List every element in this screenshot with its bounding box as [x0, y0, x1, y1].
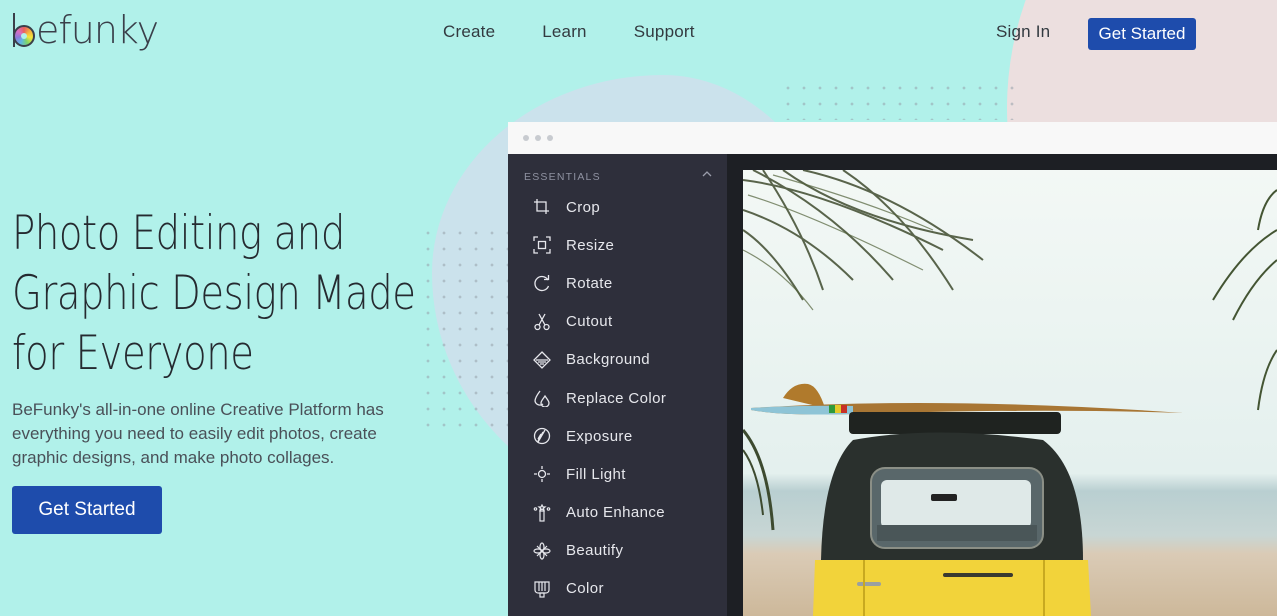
- tool-replace-color[interactable]: Replace Color: [508, 379, 727, 417]
- window-dot-icon: [523, 135, 529, 141]
- tool-rotate[interactable]: Rotate: [508, 264, 727, 302]
- nav-support[interactable]: Support: [634, 22, 695, 42]
- tool-beautify[interactable]: Beautify: [508, 532, 727, 570]
- exposure-icon: [533, 428, 551, 445]
- nav-create[interactable]: Create: [443, 22, 495, 42]
- tool-label: Auto Enhance: [566, 504, 666, 522]
- hero-title-line: Graphic Design Made: [12, 266, 416, 321]
- tools-sidebar: ESSENTIALS Crop Resize Rotate Cutout Bac…: [508, 154, 727, 616]
- sign-in-link[interactable]: Sign In: [996, 22, 1050, 42]
- tool-color[interactable]: Color: [508, 570, 727, 608]
- tool-fill-light[interactable]: Fill Light: [508, 455, 727, 493]
- tool-auto-enhance[interactable]: Auto Enhance: [508, 494, 727, 532]
- magic-wand-icon: [533, 503, 551, 522]
- hero-get-started-button[interactable]: Get Started: [12, 486, 162, 534]
- tool-label: Crop: [566, 198, 601, 216]
- tool-label: Replace Color: [566, 389, 667, 407]
- scissors-icon: [534, 313, 550, 330]
- window-dot-icon: [547, 135, 553, 141]
- resize-icon: [533, 236, 551, 254]
- hero-title-line: for Everyone: [12, 326, 254, 381]
- crop-icon: [534, 199, 549, 215]
- nav-learn[interactable]: Learn: [542, 22, 586, 42]
- dot-pattern: [420, 225, 510, 435]
- tool-resize[interactable]: Resize: [508, 226, 727, 264]
- rotate-icon: [534, 275, 550, 292]
- dot-pattern: [780, 80, 1020, 120]
- logo-text: efunky: [36, 8, 159, 52]
- section-header: ESSENTIALS: [524, 171, 601, 183]
- app-mockup: ESSENTIALS Crop Resize Rotate Cutout Bac…: [508, 122, 1277, 616]
- tool-cutout[interactable]: Cutout: [508, 303, 727, 341]
- color-palette-icon: [534, 581, 550, 598]
- background-icon: [533, 350, 551, 369]
- hero-title: Photo Editing and Graphic Design Made fo…: [12, 204, 422, 384]
- tool-label: Cutout: [566, 313, 613, 331]
- main-nav: Create Learn Support: [443, 22, 695, 42]
- tool-label: Rotate: [566, 274, 613, 292]
- beach-van-photo: [743, 170, 1277, 616]
- chevron-up-icon[interactable]: [702, 169, 712, 179]
- tool-label: Resize: [566, 236, 615, 254]
- logo-wheel-icon: [12, 13, 40, 47]
- photo-canvas[interactable]: [743, 170, 1277, 616]
- befunky-logo[interactable]: efunky: [12, 8, 159, 52]
- droplets-icon: [534, 390, 550, 408]
- header-get-started-button[interactable]: Get Started: [1088, 18, 1196, 50]
- fill-light-icon: [534, 466, 550, 483]
- tool-label: Beautify: [566, 542, 624, 560]
- tool-label: Color: [566, 580, 604, 598]
- window-dot-icon: [535, 135, 541, 141]
- tool-label: Exposure: [566, 427, 633, 445]
- tool-background[interactable]: Background: [508, 341, 727, 379]
- tool-crop[interactable]: Crop: [508, 188, 727, 226]
- editor-body: ESSENTIALS Crop Resize Rotate Cutout Bac…: [508, 154, 1277, 616]
- tool-label: Fill Light: [566, 465, 626, 483]
- tool-label: Background: [566, 351, 651, 369]
- tool-exposure[interactable]: Exposure: [508, 417, 727, 455]
- hero-description: BeFunky's all-in-one online Creative Pla…: [12, 400, 384, 467]
- hero-title-line: Photo Editing and: [12, 206, 345, 261]
- window-titlebar: [508, 122, 1277, 154]
- flower-icon: [533, 542, 551, 560]
